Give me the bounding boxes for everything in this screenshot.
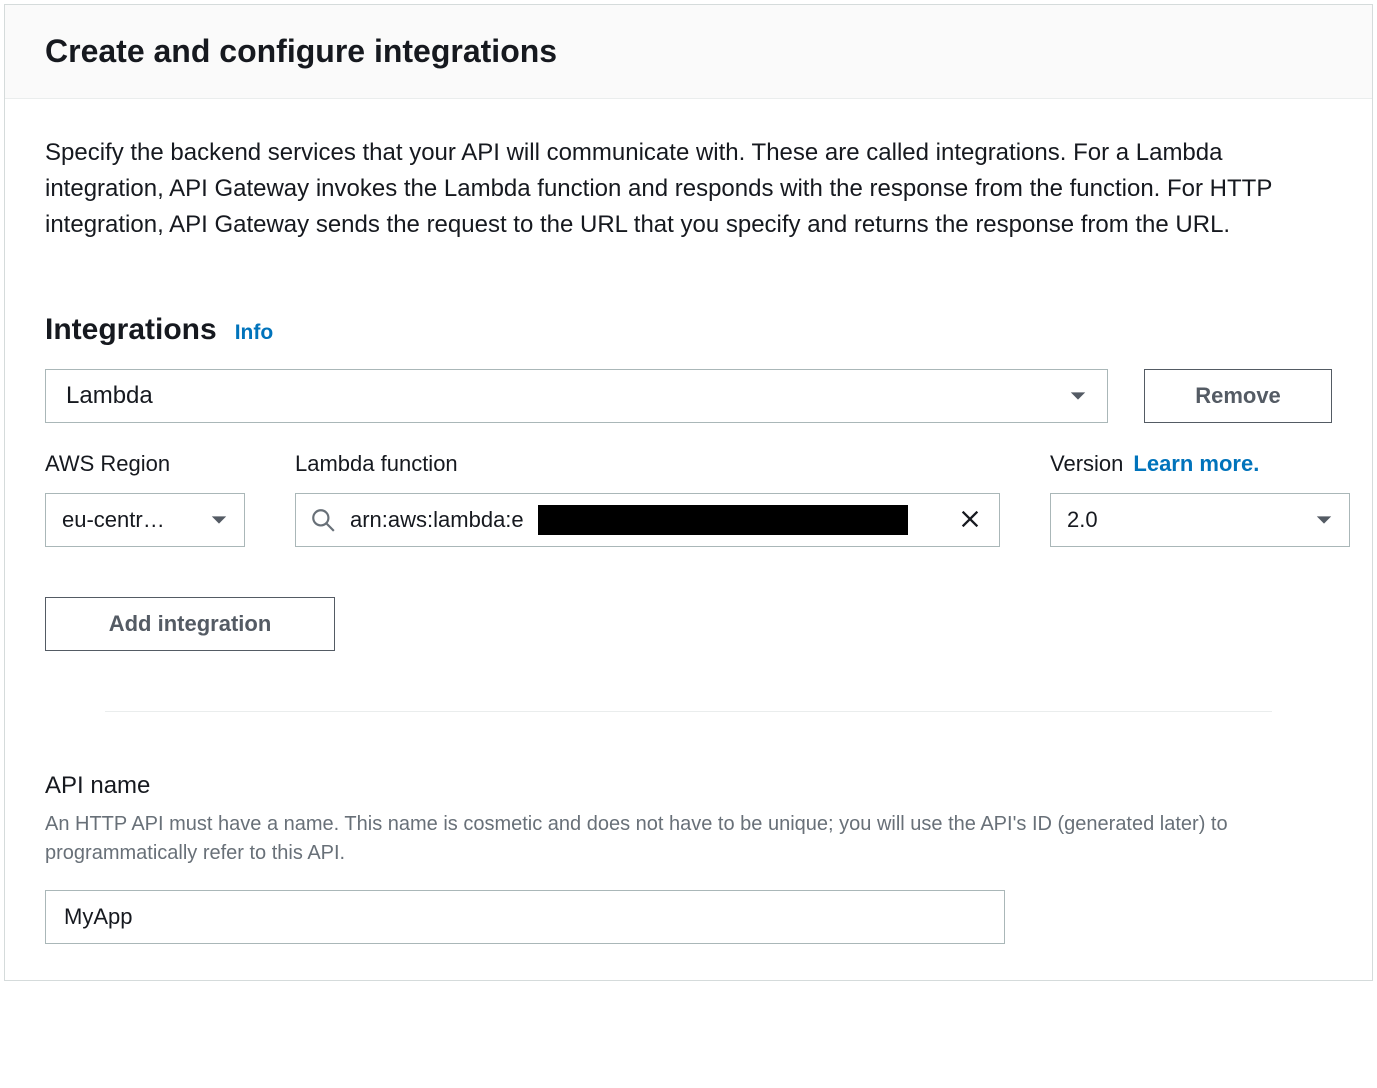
add-integration-label: Add integration <box>109 611 272 637</box>
divider <box>105 711 1272 712</box>
integrations-panel: Create and configure integrations Specif… <box>4 4 1373 981</box>
search-icon <box>310 507 336 533</box>
lambda-function-value: arn:aws:lambda:e <box>350 507 524 533</box>
api-name-label: API name <box>45 772 1332 800</box>
version-column: Version Learn more. 2.0 <box>1050 451 1350 547</box>
remove-button[interactable]: Remove <box>1144 369 1332 423</box>
learn-more-link[interactable]: Learn more. <box>1133 451 1259 477</box>
close-icon <box>959 508 981 530</box>
info-link[interactable]: Info <box>235 321 273 345</box>
integration-type-select[interactable]: Lambda <box>45 369 1108 423</box>
panel-header: Create and configure integrations <box>5 5 1372 99</box>
version-label: Version <box>1050 451 1123 477</box>
integration-type-value: Lambda <box>66 382 153 410</box>
version-label-row: Version Learn more. <box>1050 451 1350 477</box>
api-name-input[interactable] <box>45 890 1005 944</box>
api-name-help: An HTTP API must have a name. This name … <box>45 810 1325 868</box>
chevron-down-icon <box>1315 511 1333 529</box>
lambda-function-column: Lambda function arn:aws:lambda:e <box>295 451 1000 547</box>
version-select[interactable]: 2.0 <box>1050 493 1350 547</box>
lambda-function-label: Lambda function <box>295 451 1000 477</box>
region-select[interactable]: eu-centr… <box>45 493 245 547</box>
panel-body: Specify the backend services that your A… <box>5 99 1372 980</box>
region-column: AWS Region eu-centr… <box>45 451 245 547</box>
remove-button-label: Remove <box>1195 383 1281 409</box>
panel-description: Specify the backend services that your A… <box>45 135 1325 243</box>
region-label: AWS Region <box>45 451 245 477</box>
integrations-heading: Integrations <box>45 313 217 347</box>
chevron-down-icon <box>210 511 228 529</box>
integrations-section-heading: Integrations Info <box>45 313 1332 347</box>
page-title: Create and configure integrations <box>45 33 1332 70</box>
lambda-function-input[interactable]: arn:aws:lambda:e <box>295 493 1000 547</box>
version-value: 2.0 <box>1067 507 1098 533</box>
region-value: eu-centr… <box>62 507 165 533</box>
integration-fields-row: AWS Region eu-centr… Lambda function arn… <box>45 451 1332 547</box>
redacted-arn <box>538 505 908 535</box>
clear-lambda-button[interactable] <box>955 504 985 537</box>
integration-type-row: Lambda Remove <box>45 369 1332 423</box>
chevron-down-icon <box>1069 387 1087 405</box>
add-integration-button[interactable]: Add integration <box>45 597 335 651</box>
